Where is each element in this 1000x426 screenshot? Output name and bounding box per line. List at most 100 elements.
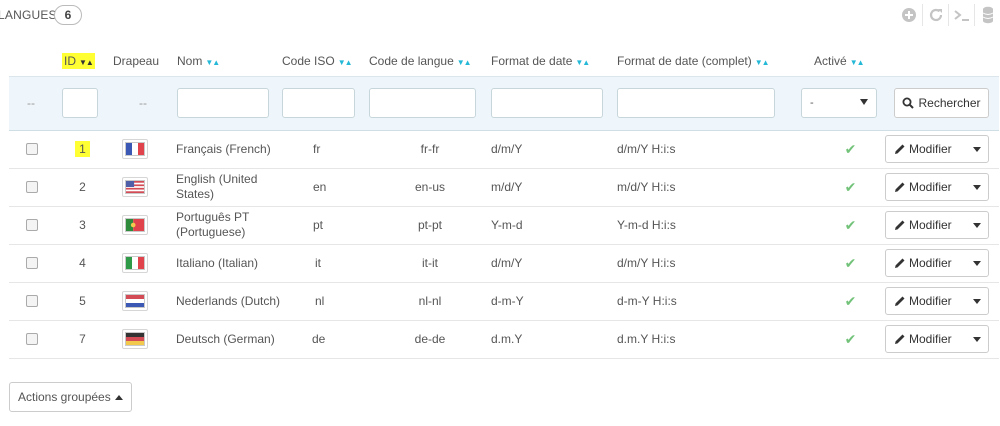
search-button-label: Rechercher <box>918 96 981 110</box>
row-name: Italiano (Italian) <box>176 244 282 283</box>
pencil-icon <box>895 296 905 306</box>
row-date-format: m/d/Y <box>491 168 617 207</box>
caret-down-icon <box>973 260 981 266</box>
sort-arrows-icon[interactable]: ▼▲ <box>575 58 590 67</box>
sort-highlight: ID ▼▲ <box>62 52 95 69</box>
row-date-format-full: d/m/Y H:i:s <box>617 130 802 169</box>
th-active[interactable]: Activé ▼▲ <box>802 46 899 76</box>
row-checkbox[interactable] <box>26 295 38 307</box>
date-format-full-filter-input[interactable] <box>617 88 775 118</box>
row-date-format: d.m.Y <box>491 320 617 359</box>
edit-button[interactable]: Modifier <box>886 288 966 314</box>
flag-usa-icon <box>122 176 148 198</box>
th-date-format-full-label: Format de date (complet) <box>617 53 752 68</box>
th-date-format[interactable]: Format de date ▼▲ <box>491 46 617 76</box>
edit-button-label: Modifier <box>909 142 952 156</box>
th-lang-code[interactable]: Code de langue ▼▲ <box>369 46 491 76</box>
row-date-format-full: m/d/Y H:i:s <box>617 168 802 207</box>
table-row: 4 Italiano (Italian) it it-it d/m/Y d/m/… <box>9 244 999 283</box>
id-filter-input[interactable] <box>62 88 98 118</box>
row-date-format: d-m-Y <box>491 282 617 321</box>
th-id[interactable]: ID ▼▲ <box>55 46 110 76</box>
row-name: English (United States) <box>176 168 282 207</box>
table-row: 1 Français (French) fr fr-fr d/m/Y d/m/Y… <box>9 130 999 169</box>
active-filter-select[interactable]: - <box>801 88 877 118</box>
edit-dropdown-toggle[interactable] <box>966 326 988 352</box>
edit-button[interactable]: Modifier <box>886 212 966 238</box>
row-checkbox[interactable] <box>26 257 38 269</box>
sort-arrows-icon[interactable]: ▼▲ <box>755 58 770 67</box>
database-icon[interactable] <box>974 4 1000 26</box>
edit-button-label: Modifier <box>909 256 952 270</box>
th-iso-label: Code ISO <box>282 53 335 68</box>
row-lang-code: en-us <box>369 168 491 207</box>
th-iso[interactable]: Code ISO ▼▲ <box>282 46 369 76</box>
edit-dropdown-toggle[interactable] <box>966 212 988 238</box>
edit-button-group: Modifier <box>885 249 989 277</box>
table-row: 7 Deutsch (German) de de-de d.m.Y d.m.Y … <box>9 320 999 359</box>
row-lang-code: fr-fr <box>369 130 491 169</box>
row-checkbox[interactable] <box>26 219 38 231</box>
th-actions <box>899 46 999 76</box>
row-date-format-full: Y-m-d H:i:s <box>617 206 802 245</box>
date-format-filter-input[interactable] <box>491 88 603 118</box>
edit-button[interactable]: Modifier <box>886 250 966 276</box>
sort-arrows-icon[interactable]: ▼▲ <box>338 58 353 67</box>
row-lang-code: de-de <box>369 320 491 359</box>
panel-header: LANGUES 6 <box>0 0 1000 30</box>
row-checkbox[interactable] <box>26 181 38 193</box>
edit-dropdown-toggle[interactable] <box>966 250 988 276</box>
search-button[interactable]: Rechercher <box>894 88 989 118</box>
row-lang-code: nl-nl <box>369 282 491 321</box>
refresh-icon[interactable] <box>922 4 948 26</box>
caret-up-icon <box>114 394 123 400</box>
th-lang-code-label: Code de langue <box>369 53 454 68</box>
th-date-format-full[interactable]: Format de date (complet) ▼▲ <box>617 46 802 76</box>
row-checkbox[interactable] <box>26 143 38 155</box>
row-name: Français (French) <box>176 130 282 169</box>
edit-button[interactable]: Modifier <box>886 174 966 200</box>
row-date-format-full: d/m/Y H:i:s <box>617 244 802 283</box>
terminal-icon[interactable] <box>948 4 974 26</box>
panel-title: LANGUES <box>0 8 57 22</box>
row-lang-code: it-it <box>369 244 491 283</box>
row-iso: it <box>282 244 369 283</box>
table-row: 2 English (United States) en en-us m/d/Y… <box>9 168 999 207</box>
row-id: 2 <box>55 168 110 207</box>
row-checkbox[interactable] <box>26 333 38 345</box>
edit-button-label: Modifier <box>909 294 952 308</box>
row-iso: fr <box>282 130 369 169</box>
th-name[interactable]: Nom ▼▲ <box>176 46 282 76</box>
add-icon[interactable] <box>896 4 922 26</box>
row-date-format-full: d-m-Y H:i:s <box>617 282 802 321</box>
sort-arrows-icon[interactable]: ▼▲ <box>205 58 220 67</box>
toolbar <box>896 4 1000 26</box>
caret-down-icon <box>973 184 981 190</box>
edit-button-group: Modifier <box>885 325 989 353</box>
row-date-format: d/m/Y <box>491 244 617 283</box>
edit-dropdown-toggle[interactable] <box>966 288 988 314</box>
row-id: 4 <box>55 244 110 283</box>
bulk-actions-button[interactable]: Actions groupées <box>9 382 132 412</box>
edit-dropdown-toggle[interactable] <box>966 174 988 200</box>
edit-button[interactable]: Modifier <box>886 136 966 162</box>
chevron-down-icon <box>860 99 868 105</box>
sort-arrows-icon[interactable]: ▼▲ <box>850 58 865 67</box>
edit-button-group: Modifier <box>885 173 989 201</box>
edit-button-label: Modifier <box>909 180 952 194</box>
name-filter-input[interactable] <box>177 88 269 118</box>
row-iso: nl <box>282 282 369 321</box>
sort-arrows-icon[interactable]: ▼▲ <box>79 58 94 67</box>
edit-dropdown-toggle[interactable] <box>966 136 988 162</box>
edit-button-group: Modifier <box>885 135 989 163</box>
edit-button-label: Modifier <box>909 332 952 346</box>
search-icon <box>902 97 915 109</box>
sort-arrows-icon[interactable]: ▼▲ <box>457 58 472 67</box>
th-date-format-label: Format de date <box>491 53 573 68</box>
lang-code-filter-input[interactable] <box>369 88 476 118</box>
flag-netherlands-icon <box>122 290 148 312</box>
filter-row: -- -- - Rechercher <box>9 75 999 131</box>
edit-button-group: Modifier <box>885 211 989 239</box>
edit-button[interactable]: Modifier <box>886 326 966 352</box>
iso-filter-input[interactable] <box>282 88 355 118</box>
